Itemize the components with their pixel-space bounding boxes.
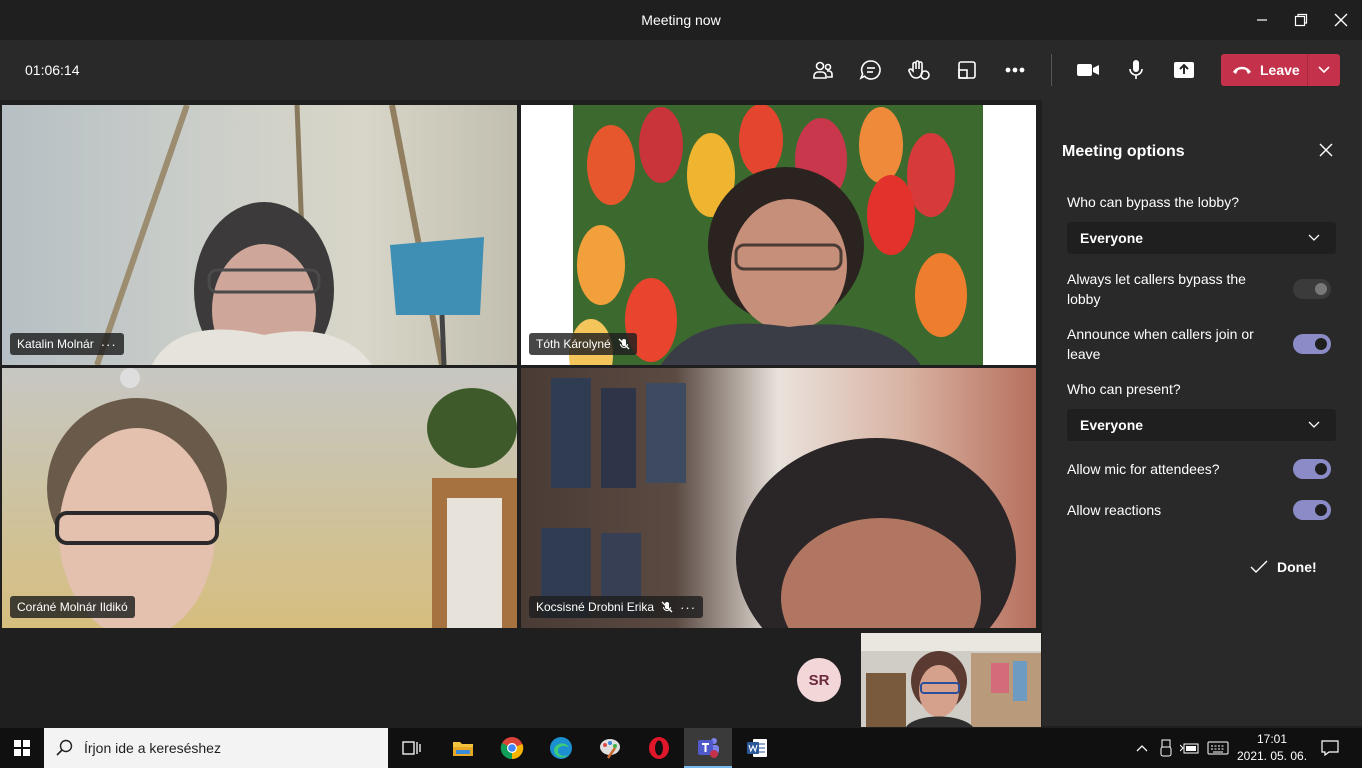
participant-name: Kocsisné Drobni Erika <box>536 600 655 614</box>
meeting-options-panel: Meeting options Who can bypass the lobby… <box>1042 100 1362 726</box>
leave-label: Leave <box>1260 62 1300 78</box>
edge-icon[interactable] <box>537 728 585 768</box>
paint-icon[interactable] <box>586 728 634 768</box>
self-view-video[interactable] <box>861 633 1041 727</box>
windows-start-icon[interactable] <box>0 728 44 768</box>
present-dropdown[interactable]: Everyone <box>1067 409 1336 441</box>
chevron-up-icon[interactable] <box>1132 738 1152 758</box>
taskbar-clock[interactable]: 17:01 2021. 05. 06. <box>1232 731 1312 765</box>
close-icon[interactable] <box>1326 8 1356 32</box>
done-button[interactable]: Done! <box>1250 559 1317 575</box>
avatar[interactable]: SR <box>797 658 841 702</box>
teams-icon[interactable] <box>684 728 732 768</box>
bypass-lobby-value: Everyone <box>1080 230 1144 246</box>
announce-label: Announce when callers join or leave <box>1067 326 1254 362</box>
meeting-toolbar: 01:06:14 Leave <box>0 40 1362 100</box>
participant-video <box>94 105 484 365</box>
callers-bypass-label: Always let callers bypass the lobby <box>1067 271 1246 307</box>
participant-tile[interactable]: Katalin Molnár ··· <box>2 105 517 365</box>
callers-bypass-toggle[interactable] <box>1293 279 1331 299</box>
share-screen-icon[interactable] <box>1169 56 1199 84</box>
search-placeholder: Írjon ide a kereséshez <box>84 740 221 756</box>
hang-up-icon <box>1233 66 1251 74</box>
participant-video <box>47 368 517 628</box>
maximize-icon[interactable] <box>1286 8 1316 32</box>
meeting-timer: 01:06:14 <box>25 62 80 78</box>
battery-icon[interactable] <box>1180 738 1200 758</box>
participant-name: Coráné Molnár Ildikó <box>17 600 128 614</box>
present-label: Who can present? <box>1067 381 1181 397</box>
allow-reactions-label: Allow reactions <box>1067 502 1162 518</box>
announce-toggle[interactable] <box>1293 334 1331 354</box>
participant-tile[interactable]: Kocsisné Drobni Erika ··· <box>521 368 1036 628</box>
participant-name-bar: Kocsisné Drobni Erika ··· <box>529 596 704 618</box>
checkmark-icon <box>1250 560 1268 573</box>
people-icon[interactable] <box>808 56 838 84</box>
window-title: Meeting now <box>641 12 721 28</box>
usb-device-icon[interactable] <box>1156 738 1176 758</box>
chat-icon[interactable] <box>856 56 886 84</box>
allow-mic-label: Allow mic for attendees? <box>1067 461 1220 477</box>
clock-date: 2021. 05. 06. <box>1236 749 1308 763</box>
more-options-icon[interactable]: ··· <box>680 600 696 615</box>
mic-off-icon <box>618 338 630 350</box>
opera-icon[interactable] <box>635 728 683 768</box>
teams-meeting-window: Meeting now 01:06:14 Leave Katalin Molná… <box>0 0 1362 768</box>
taskbar-search[interactable]: Írjon ide a kereséshez <box>44 728 388 768</box>
participant-name: Tóth Károlyné <box>536 337 611 351</box>
chevron-down-icon <box>1308 234 1320 241</box>
bypass-lobby-label: Who can bypass the lobby? <box>1067 194 1239 210</box>
windows-taskbar: Írjon ide a kereséshez 17:01 2021. 05. 0… <box>0 728 1362 768</box>
title-bar: Meeting now <box>0 0 1362 40</box>
leave-main[interactable]: Leave <box>1221 62 1307 78</box>
file-explorer-icon[interactable] <box>439 728 487 768</box>
task-view-icon[interactable] <box>387 728 435 768</box>
done-label: Done! <box>1277 559 1317 575</box>
camera-icon[interactable] <box>1073 56 1103 84</box>
allow-mic-toggle[interactable] <box>1293 459 1331 479</box>
self-view-image <box>861 633 1041 727</box>
leave-button[interactable]: Leave <box>1221 54 1340 86</box>
bypass-lobby-dropdown[interactable]: Everyone <box>1067 222 1336 254</box>
participant-tile[interactable]: Coráné Molnár Ildikó <box>2 368 517 628</box>
clock-time: 17:01 <box>1256 732 1288 746</box>
present-value: Everyone <box>1080 417 1144 433</box>
participant-video <box>569 105 983 365</box>
participant-name: Katalin Molnár <box>17 337 94 351</box>
word-icon[interactable] <box>733 728 781 768</box>
toolbar-divider <box>1051 54 1052 86</box>
mic-off-icon <box>661 601 673 613</box>
participant-name-bar: Katalin Molnár ··· <box>10 333 124 355</box>
more-options-icon[interactable]: ··· <box>101 337 117 352</box>
notifications-icon[interactable] <box>1320 738 1340 758</box>
minimize-icon[interactable] <box>1247 8 1277 32</box>
raise-hand-icon[interactable] <box>904 56 934 84</box>
search-icon <box>56 739 73 756</box>
participant-tile[interactable]: Tóth Károlyné <box>521 105 1036 365</box>
keyboard-icon[interactable] <box>1206 738 1230 758</box>
close-icon[interactable] <box>1316 140 1336 160</box>
participant-video <box>541 378 1016 628</box>
allow-reactions-toggle[interactable] <box>1293 500 1331 520</box>
panel-title: Meeting options <box>1062 143 1185 160</box>
chrome-icon[interactable] <box>488 728 536 768</box>
chevron-down-icon <box>1308 421 1320 428</box>
breakout-rooms-icon[interactable] <box>952 56 982 84</box>
more-options-icon[interactable] <box>1000 56 1030 84</box>
microphone-icon[interactable] <box>1121 56 1151 84</box>
participant-name-bar: Coráné Molnár Ildikó <box>10 596 135 618</box>
participant-name-bar: Tóth Károlyné <box>529 333 637 355</box>
chevron-down-icon[interactable] <box>1308 66 1340 74</box>
